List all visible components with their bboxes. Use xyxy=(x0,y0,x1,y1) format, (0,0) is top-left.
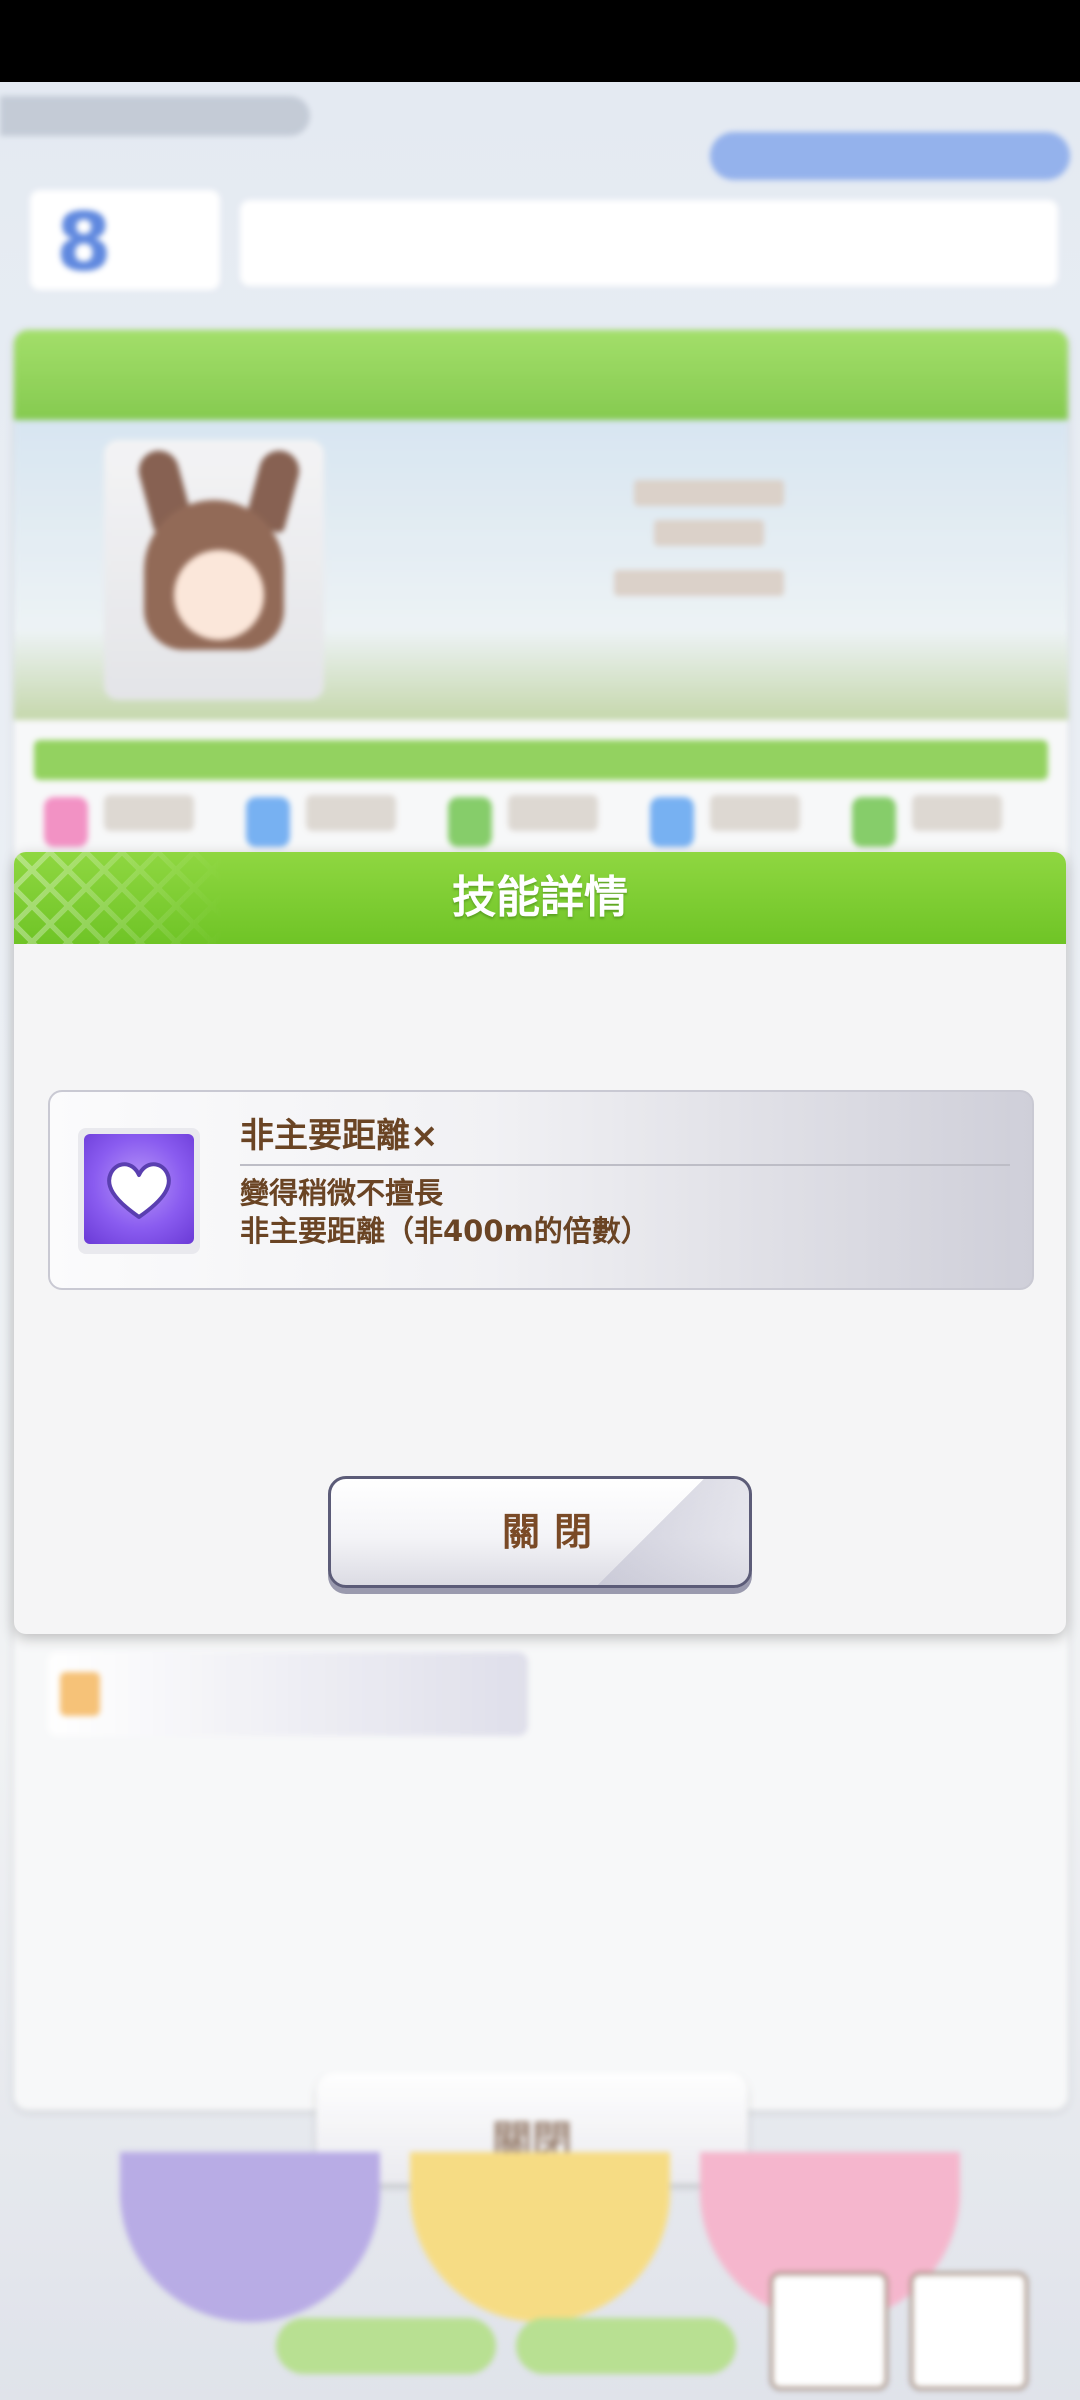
status-bar xyxy=(0,0,1080,82)
skill-detail-dialog: 技能詳情 非主要距離× 變得稍微不擅長 非主要距離（非400m的倍數） 關閉 xyxy=(14,852,1066,1634)
skill-divider xyxy=(240,1164,1010,1166)
skill-icon-frame xyxy=(78,1128,200,1254)
skill-description-line2: 非主要距離（非400m的倍數） xyxy=(240,1214,650,1248)
skill-description-line1: 變得稍微不擅長 xyxy=(240,1176,444,1210)
dialog-title: 技能詳情 xyxy=(452,872,628,923)
skill-name: 非主要距離× xyxy=(240,1116,439,1156)
close-button[interactable]: 關閉 xyxy=(328,1476,752,1588)
dialog-header: 技能詳情 xyxy=(14,852,1066,944)
heart-icon xyxy=(84,1134,194,1244)
close-button-label: 關閉 xyxy=(501,1510,606,1554)
skill-description: 變得稍微不擅長 非主要距離（非400m的倍數） xyxy=(240,1174,650,1250)
skill-card: 非主要距離× 變得稍微不擅長 非主要距離（非400m的倍數） xyxy=(48,1090,1034,1290)
